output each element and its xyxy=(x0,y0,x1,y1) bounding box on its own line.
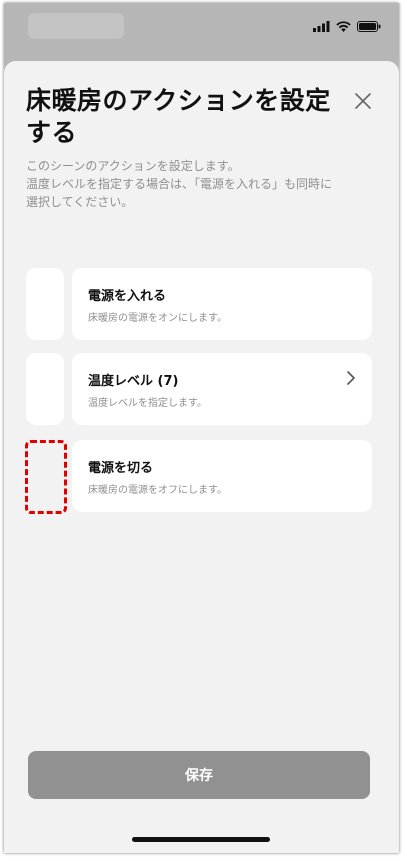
page-title-line-2: する xyxy=(26,118,78,147)
action-card-power-off[interactable]: 電源を切る 床暖房の電源をオフにします。 xyxy=(72,440,372,512)
close-icon xyxy=(355,93,371,109)
action-description: 床暖房の電源をオフにします。 xyxy=(88,485,227,496)
description: このシーンのアクションを設定します。 温度レベルを指定する場合は、「電源を入れる… xyxy=(26,157,378,211)
action-label: 電源を切る xyxy=(88,461,154,476)
status-time-area xyxy=(28,13,124,39)
action-row-power-on: 電源を入れる 床暖房の電源をオンにします。 xyxy=(26,268,372,340)
save-button[interactable]: 保存 xyxy=(28,751,370,799)
signal-icon xyxy=(313,20,330,32)
action-row-temperature-level: 温度レベル (7) 温度レベルを指定します。 xyxy=(26,353,372,425)
action-label: 温度レベル (7) xyxy=(88,374,179,389)
status-bar-icons xyxy=(313,19,381,33)
page-title: 床暖房のアクションを設定 する xyxy=(26,85,336,149)
chevron-right-icon xyxy=(347,371,355,385)
description-line: このシーンのアクションを設定します。 xyxy=(26,159,240,173)
action-select-checkbox-highlighted[interactable] xyxy=(25,440,67,514)
action-row-power-off: 電源を切る 床暖房の電源をオフにします。 xyxy=(25,440,372,514)
home-indicator xyxy=(132,837,270,842)
action-sheet: 床暖房のアクションを設定 する このシーンのアクションを設定します。 温度レベルを… xyxy=(4,61,399,853)
description-line: 選択してください。 xyxy=(26,195,134,209)
action-card-power-on[interactable]: 電源を入れる 床暖房の電源をオンにします。 xyxy=(72,268,372,340)
wifi-icon xyxy=(336,20,351,32)
description-line: 温度レベルを指定する場合は、「電源を入れる」も同時に xyxy=(26,177,333,191)
action-select-checkbox[interactable] xyxy=(26,353,64,425)
action-card-temperature-level[interactable]: 温度レベル (7) 温度レベルを指定します。 xyxy=(72,353,372,425)
battery-icon xyxy=(357,20,381,32)
page-title-line-1: 床暖房のアクションを設定 xyxy=(26,86,331,115)
action-description: 温度レベルを指定します。 xyxy=(88,398,207,409)
action-label: 電源を入れる xyxy=(88,289,167,304)
phone-screen: 床暖房のアクションを設定 する このシーンのアクションを設定します。 温度レベルを… xyxy=(4,3,399,853)
close-button[interactable] xyxy=(349,87,377,115)
action-select-checkbox[interactable] xyxy=(26,268,64,340)
action-description: 床暖房の電源をオンにします。 xyxy=(88,313,227,324)
